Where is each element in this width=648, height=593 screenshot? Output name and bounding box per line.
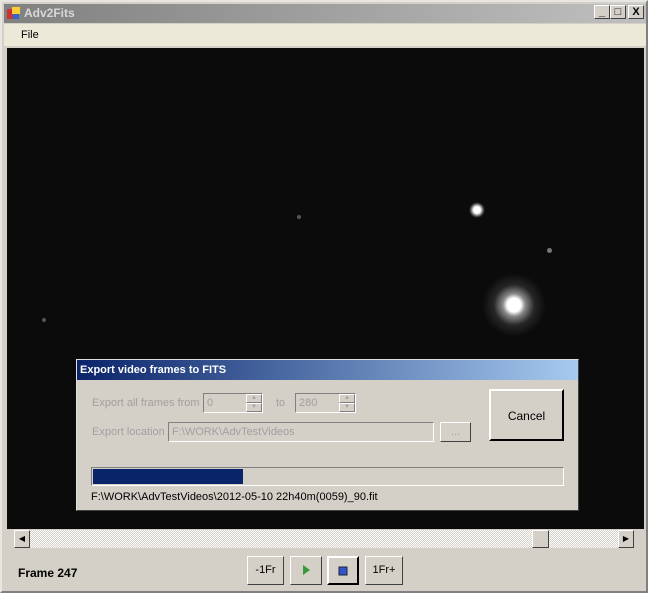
menu-bar: File xyxy=(4,24,646,46)
cancel-button[interactable]: Cancel xyxy=(489,389,564,441)
frame-number: Frame 247 xyxy=(18,566,78,580)
spinner-arrows[interactable]: ▲ ▼ xyxy=(245,394,262,412)
scroll-left-icon[interactable]: ◀ xyxy=(14,530,30,548)
to-spinner[interactable]: 280 ▲ ▼ xyxy=(295,393,356,413)
location-input[interactable]: F:\WORK\AdvTestVideos xyxy=(168,422,434,442)
current-file: F:\WORK\AdvTestVideos\2012-05-10 22h40m(… xyxy=(91,491,378,503)
app-window: Adv2Fits _ □ X File Export video frames … xyxy=(0,0,648,593)
title-bar: Adv2Fits xyxy=(4,4,646,23)
star xyxy=(297,215,301,219)
stop-button[interactable] xyxy=(327,556,359,585)
scroll-thumb[interactable] xyxy=(532,530,550,548)
from-label: Export all frames from xyxy=(92,397,200,409)
browse-button[interactable]: ... xyxy=(440,422,471,442)
close-button[interactable]: X xyxy=(628,5,644,19)
export-dialog: Export video frames to FITS Export all f… xyxy=(76,359,579,511)
spinner-arrows[interactable]: ▲ ▼ xyxy=(338,394,355,412)
window-title: Adv2Fits xyxy=(24,6,75,20)
export-progress-bar xyxy=(91,467,564,486)
location-label: Export location xyxy=(92,426,165,438)
from-spinner[interactable]: 0 ▲ ▼ xyxy=(203,393,263,413)
frame-scrollbar[interactable]: ◀ ▶ xyxy=(14,530,634,548)
scroll-right-icon[interactable]: ▶ xyxy=(618,530,634,548)
next-frame-button[interactable]: 1Fr+ xyxy=(365,556,403,585)
app-icon xyxy=(7,7,20,19)
stop-icon xyxy=(338,566,348,576)
bright-star xyxy=(482,273,546,337)
prev-frame-button[interactable]: -1Fr xyxy=(247,556,284,585)
star xyxy=(469,202,485,218)
star xyxy=(42,318,46,322)
dialog-title: Export video frames to FITS xyxy=(77,360,578,380)
play-icon xyxy=(303,565,310,576)
minimize-button[interactable]: _ xyxy=(594,5,610,19)
menu-file[interactable]: File xyxy=(21,29,39,41)
from-value: 0 xyxy=(207,397,214,409)
play-button[interactable] xyxy=(290,556,322,585)
progress-fill xyxy=(93,469,244,484)
maximize-button[interactable]: □ xyxy=(610,5,626,19)
to-label: to xyxy=(276,397,286,409)
to-value: 280 xyxy=(299,397,318,409)
star xyxy=(547,248,552,253)
